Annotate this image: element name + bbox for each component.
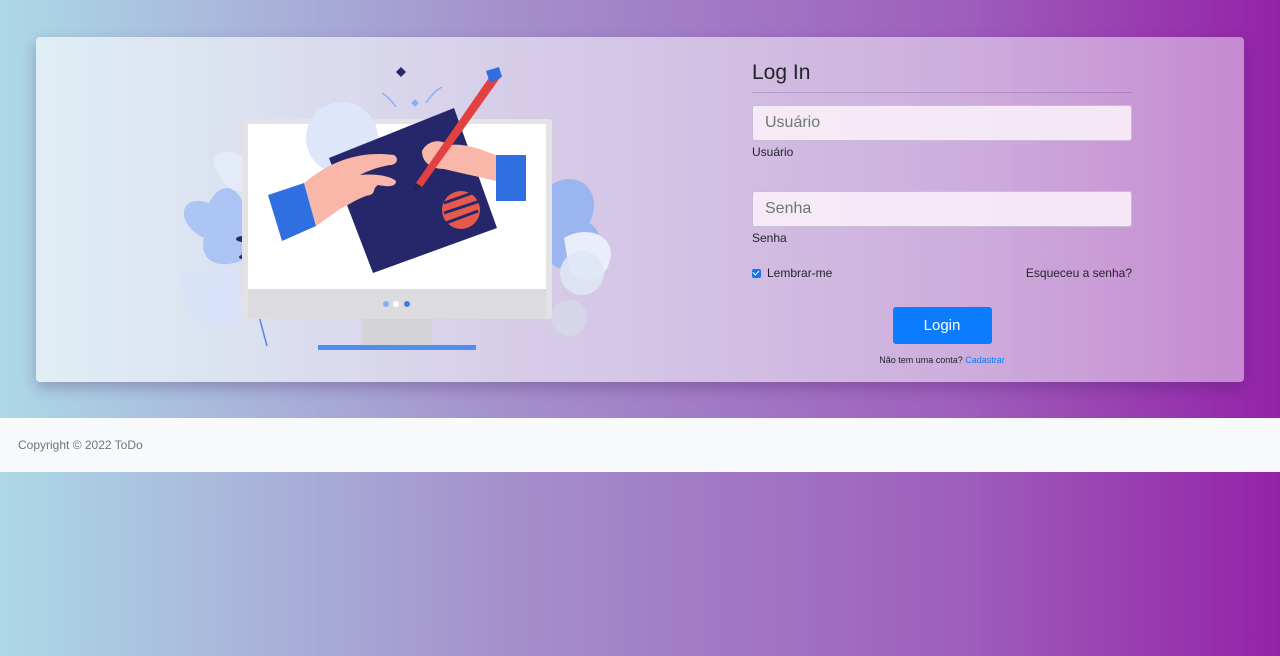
forgot-password-link[interactable]: Esqueceu a senha? — [1026, 266, 1132, 280]
signup-prompt: Não tem uma conta? — [879, 355, 963, 365]
signup-line: Não tem uma conta? Cadastrar — [752, 355, 1132, 365]
remember-me-checkbox[interactable] — [752, 268, 761, 278]
username-group: Usuário — [752, 105, 1132, 159]
computer-signing-document-icon — [164, 63, 624, 358]
password-input[interactable] — [752, 191, 1132, 227]
login-button[interactable]: Login — [892, 307, 992, 344]
password-group: Senha — [752, 191, 1132, 245]
login-card: Log In Usuário Senha Lembrar-me Esqueceu… — [36, 37, 1244, 382]
username-label: Usuário — [752, 145, 794, 159]
copyright-text: Copyright © 2022 ToDo — [18, 438, 143, 452]
login-form: Log In Usuário Senha Lembrar-me Esqueceu… — [752, 59, 1132, 365]
signup-link[interactable]: Cadastrar — [965, 355, 1005, 365]
remember-me[interactable]: Lembrar-me — [752, 266, 832, 280]
footer: Copyright © 2022 ToDo — [0, 418, 1280, 472]
username-input[interactable] — [752, 105, 1132, 141]
password-label: Senha — [752, 231, 787, 245]
form-title: Log In — [752, 59, 1132, 93]
options-row: Lembrar-me Esqueceu a senha? — [752, 263, 1132, 283]
remember-me-label: Lembrar-me — [767, 266, 833, 280]
